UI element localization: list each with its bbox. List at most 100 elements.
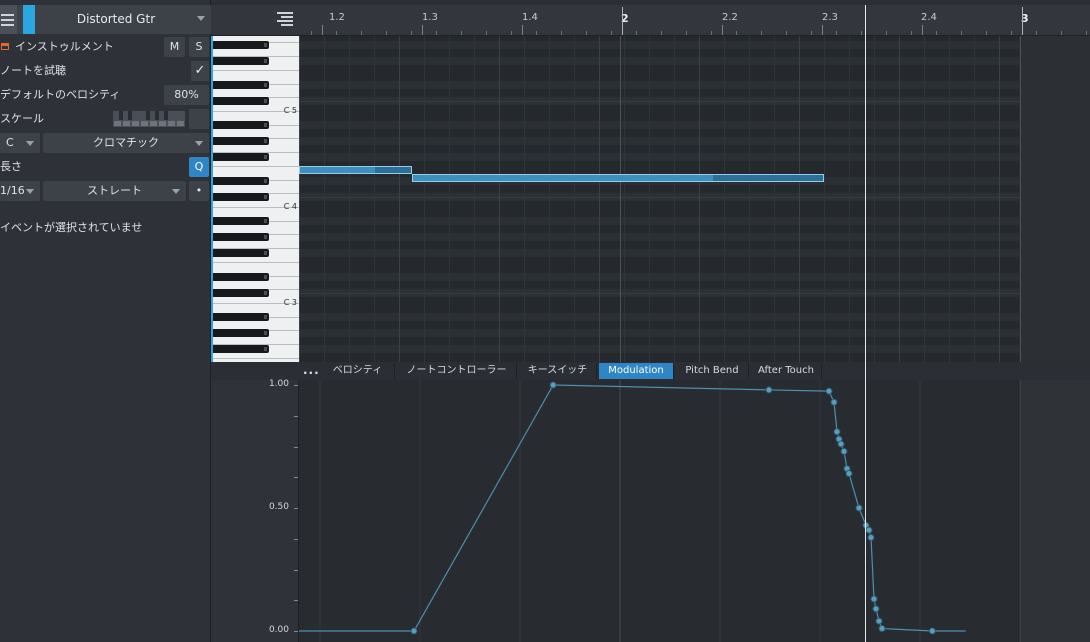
- modulation-point[interactable]: [549, 381, 557, 389]
- controller-tab[interactable]: ノートコントローラー: [397, 363, 517, 379]
- chevron-down-icon[interactable]: [197, 16, 205, 21]
- ruler-major-tick: [322, 25, 323, 35]
- grid-line: [774, 36, 775, 363]
- scale-keyboard-preview[interactable]: [113, 111, 185, 127]
- modulation-point[interactable]: [872, 605, 880, 613]
- grid-line: [849, 36, 850, 363]
- black-key[interactable]: [213, 345, 269, 353]
- controller-tab[interactable]: Modulation: [599, 363, 674, 379]
- white-key-divider: [213, 358, 299, 359]
- no-event-message: イベントが選択されていませ: [0, 221, 143, 234]
- quantize-button[interactable]: Q: [189, 157, 209, 177]
- black-key[interactable]: [213, 153, 269, 161]
- black-key[interactable]: [213, 177, 269, 185]
- black-key[interactable]: [213, 273, 269, 281]
- length-mode-select[interactable]: ストレート: [43, 181, 186, 201]
- chevron-down-icon: [26, 141, 34, 146]
- controller-tab[interactable]: Pitch Bend: [676, 363, 749, 379]
- white-key-divider: [213, 70, 299, 71]
- black-key[interactable]: [213, 289, 269, 297]
- instrument-row: インストゥルメント M S: [0, 36, 211, 58]
- ruler-tick: [786, 31, 787, 35]
- instrument-label[interactable]: インストゥルメント: [15, 36, 114, 58]
- modulation-point[interactable]: [870, 595, 878, 603]
- hamburger-menu-icon[interactable]: [0, 5, 17, 34]
- black-key[interactable]: [213, 97, 269, 105]
- ruler-tick: [311, 31, 312, 35]
- black-key[interactable]: [213, 329, 269, 337]
- key-select[interactable]: C: [0, 133, 40, 153]
- black-key-lane: [299, 153, 1019, 161]
- dotted-button[interactable]: •: [189, 181, 209, 201]
- black-key[interactable]: [213, 233, 269, 241]
- audition-label: ノートを試聴: [0, 64, 66, 77]
- black-key[interactable]: [213, 57, 269, 65]
- black-key[interactable]: [213, 121, 269, 129]
- ruler-tick: [811, 31, 812, 35]
- note-grid[interactable]: [299, 36, 1090, 363]
- grid-line: [949, 36, 950, 363]
- scale-select[interactable]: クロマチック: [43, 133, 209, 153]
- controller-tab[interactable]: キースイッチ: [519, 363, 597, 379]
- controller-tab[interactable]: ベロシティ: [321, 363, 395, 379]
- modulation-point[interactable]: [830, 398, 838, 406]
- black-key[interactable]: [213, 81, 269, 89]
- black-key[interactable]: [213, 313, 269, 321]
- black-key[interactable]: [213, 217, 269, 225]
- modulation-point[interactable]: [833, 428, 841, 436]
- modulation-point[interactable]: [865, 526, 873, 534]
- modulation-point[interactable]: [867, 534, 875, 542]
- length-select[interactable]: 1/16: [0, 181, 40, 201]
- black-key-lane: [299, 57, 1019, 65]
- modulation-point[interactable]: [855, 504, 863, 512]
- midi-note[interactable]: [299, 166, 412, 174]
- grid-line: [699, 36, 700, 363]
- solo-button[interactable]: S: [189, 37, 209, 57]
- controller-lane[interactable]: 1.00 0.50 0.00: [211, 379, 1090, 642]
- black-key-lane: [299, 137, 1019, 145]
- axis-tick: [294, 600, 298, 602]
- modulation-point[interactable]: [875, 617, 883, 625]
- more-tabs-button[interactable]: ...: [303, 363, 320, 377]
- piano-keyboard[interactable]: C 5 C 4 C 3: [211, 36, 299, 363]
- track-name[interactable]: Distorted Gtr: [40, 5, 192, 34]
- modulation-point[interactable]: [765, 386, 773, 394]
- velocity-field[interactable]: 80%: [164, 85, 209, 105]
- ruler-tick: [461, 31, 462, 35]
- controller-tab[interactable]: After Touch: [751, 363, 822, 379]
- lane-layout-icon[interactable]: [277, 12, 293, 26]
- black-key[interactable]: [213, 137, 269, 145]
- black-key-highlight: [264, 315, 267, 319]
- mute-button[interactable]: M: [164, 37, 185, 57]
- grid-line: [824, 36, 825, 363]
- modulation-point[interactable]: [878, 625, 886, 633]
- modulation-point[interactable]: [837, 440, 845, 448]
- black-key-highlight: [264, 275, 267, 279]
- playhead[interactable]: [865, 5, 866, 642]
- modulation-point[interactable]: [840, 447, 848, 455]
- octave-label: C 5: [283, 106, 297, 115]
- black-key[interactable]: [213, 249, 269, 257]
- modulation-plot[interactable]: [299, 380, 1090, 642]
- axis-tick: [294, 508, 298, 509]
- modulation-point[interactable]: [410, 627, 418, 635]
- midi-note[interactable]: [411, 174, 824, 182]
- scale-options-button[interactable]: [189, 109, 209, 129]
- ruler-tick: [961, 31, 962, 35]
- ruler-tick: [386, 31, 387, 35]
- modulation-point[interactable]: [928, 627, 936, 635]
- audition-checkbox[interactable]: ✓: [191, 61, 209, 81]
- inspector-panel: Distorted Gtr インストゥルメント M S ノートを試聴 ✓ デフォ…: [0, 0, 211, 642]
- ruler-tick: [836, 31, 837, 35]
- ruler-tick: [1086, 31, 1087, 35]
- timeline-ruler[interactable]: 1.2 1.3 1.4 2 2.2 2.3 2.4 3: [211, 5, 1090, 36]
- octave-line: [299, 101, 1019, 102]
- black-key[interactable]: [213, 41, 269, 49]
- black-key-lane: [299, 81, 1019, 89]
- octave-label: C 4: [283, 202, 297, 211]
- length-value-row: 1/16 ストレート •: [0, 180, 211, 202]
- modulation-point[interactable]: [825, 387, 833, 395]
- modulation-point[interactable]: [845, 470, 853, 478]
- black-key[interactable]: [213, 193, 269, 201]
- track-color-swatch[interactable]: [23, 5, 35, 34]
